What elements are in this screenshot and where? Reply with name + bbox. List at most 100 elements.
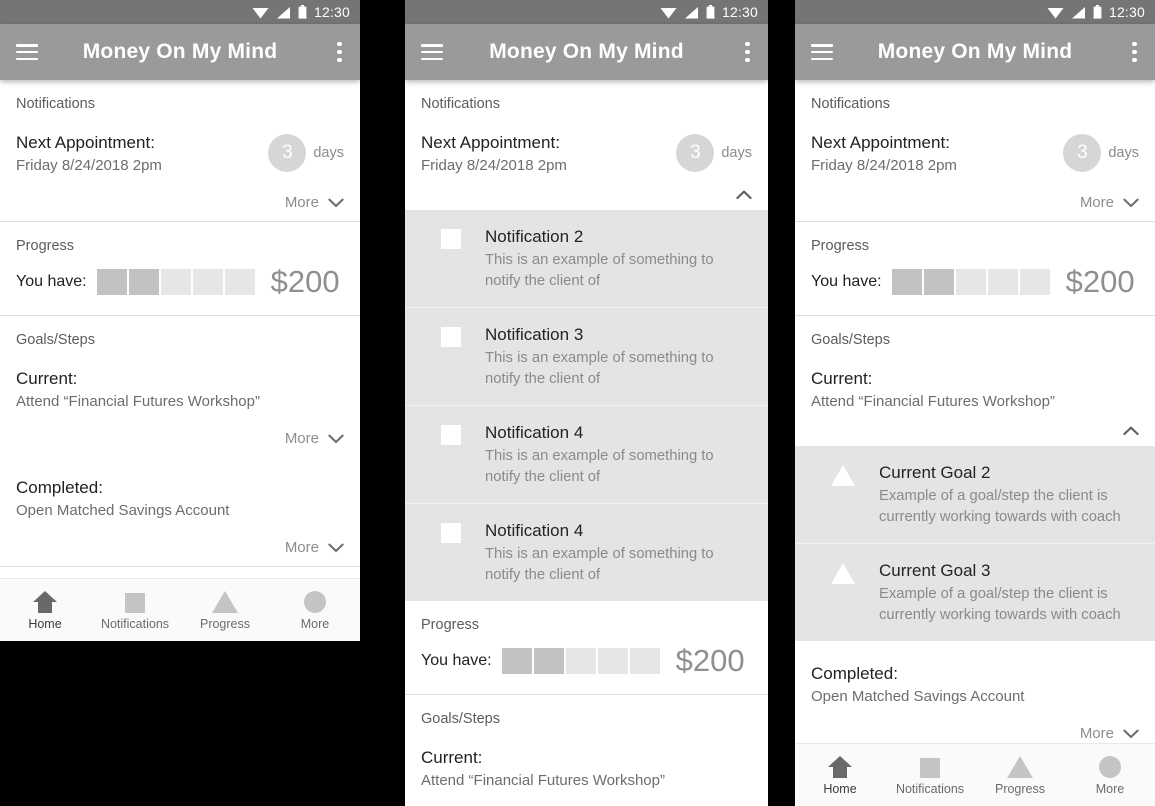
progress-heading: Progress xyxy=(811,238,870,254)
status-bar: 12:30 xyxy=(795,0,1155,24)
list-item[interactable]: Notification 4 This is an example of som… xyxy=(405,406,768,505)
days-until-appointment: 3 days xyxy=(676,134,752,172)
square-icon xyxy=(920,754,940,778)
nav-item-more[interactable]: More xyxy=(270,589,360,631)
goal-title: Current Goal 3 xyxy=(879,561,991,581)
notifications-more-button[interactable]: More xyxy=(16,176,344,221)
progress-section: Progress You have: $200 xyxy=(795,222,1155,316)
current-goal-row: Current: Attend “Financial Futures Works… xyxy=(421,727,752,791)
chevron-down-icon xyxy=(1123,729,1139,738)
app-title: Money On My Mind xyxy=(82,40,278,63)
home-icon xyxy=(828,754,852,778)
checkbox-unchecked-icon[interactable] xyxy=(441,425,461,446)
nav-label-notifications: Notifications xyxy=(100,617,170,631)
current-goals-more-button[interactable]: More xyxy=(16,412,344,457)
notifications-collapse-button[interactable] xyxy=(405,176,768,210)
progress-row: You have: $200 xyxy=(421,633,752,694)
hamburger-menu-icon[interactable] xyxy=(811,44,833,60)
notification-description: This is an example of something to notif… xyxy=(485,546,714,583)
nav-item-home[interactable]: Home xyxy=(0,589,90,631)
home-icon xyxy=(33,589,57,613)
status-bar-clock: 12:30 xyxy=(1108,4,1145,20)
triangle-icon xyxy=(831,563,855,585)
list-item[interactable]: Current Goal 2 Example of a goal/step th… xyxy=(795,446,1155,545)
battery-icon xyxy=(298,5,307,19)
list-item[interactable]: Notification 3 This is an example of som… xyxy=(405,308,768,407)
nav-item-progress[interactable]: Progress xyxy=(975,754,1065,796)
progress-segment xyxy=(192,268,223,295)
completed-goals-more-button[interactable]: More xyxy=(16,521,344,566)
progress-section: Progress You have: $200 xyxy=(0,222,360,316)
progress-amount: $200 xyxy=(1065,264,1135,299)
kebab-menu-icon[interactable] xyxy=(337,41,342,63)
list-item[interactable]: Current Goal 3 Example of a goal/step th… xyxy=(795,544,1155,641)
completed-goal-label: Completed: xyxy=(16,478,103,497)
phone-screen-home-default: 12:30 Money On My Mind Notifications Nex… xyxy=(0,0,360,641)
phone-screen-goals-expanded: 12:30 Money On My Mind Notifications Nex… xyxy=(795,0,1155,806)
triangle-icon xyxy=(831,465,855,486)
completed-goal-value: Open Matched Savings Account xyxy=(16,501,230,519)
checkbox-unchecked-icon[interactable] xyxy=(441,523,461,544)
progress-segment xyxy=(565,647,596,674)
next-appointment-row: Next Appointment: Friday 8/24/2018 2pm 3… xyxy=(811,112,1139,176)
nav-label-more: More xyxy=(1095,782,1125,796)
app-bar: Money On My Mind xyxy=(795,24,1155,80)
completed-goal-row: Completed: Open Matched Savings Account xyxy=(16,457,344,521)
checkbox-unchecked-icon[interactable] xyxy=(441,327,461,348)
list-item[interactable]: Notification 4 This is an example of som… xyxy=(405,504,768,601)
completed-goal-row: Completed: Open Matched Savings Account xyxy=(811,641,1139,707)
current-goal-label: Current: xyxy=(811,369,873,388)
progress-segment xyxy=(629,647,660,674)
notifications-more-button[interactable]: More xyxy=(811,176,1139,221)
nav-label-more: More xyxy=(300,617,330,631)
checkbox-unchecked-icon[interactable] xyxy=(441,229,461,249)
current-goals-collapse-button[interactable] xyxy=(795,412,1155,446)
goal-description: Example of a goal/step the client is cur… xyxy=(879,586,1121,623)
progress-row: You have: $200 xyxy=(811,254,1139,315)
list-item[interactable]: Notification 2 This is an example of som… xyxy=(405,210,768,309)
current-goal-row: Current: Attend “Financial Futures Works… xyxy=(811,348,1139,412)
next-appointment-label: Next Appointment: xyxy=(421,133,560,152)
current-goals-more-label: More xyxy=(284,430,319,447)
progress-segment xyxy=(128,268,159,295)
nav-item-more[interactable]: More xyxy=(1065,754,1155,796)
nav-item-home[interactable]: Home xyxy=(795,754,885,796)
notification-description: This is an example of something to notif… xyxy=(485,448,714,485)
nav-item-progress[interactable]: Progress xyxy=(180,589,270,631)
days-until-appointment: 3 days xyxy=(1063,134,1139,172)
kebab-menu-icon[interactable] xyxy=(745,41,750,63)
status-bar-clock: 12:30 xyxy=(313,4,350,20)
bottom-navigation: Home Notifications Progress More xyxy=(795,743,1155,806)
notification-title: Notification 3 xyxy=(485,325,584,345)
goal-description: Example of a goal/step the client is cur… xyxy=(879,488,1121,525)
progress-segment xyxy=(891,268,922,295)
notifications-more-label: More xyxy=(284,194,319,211)
notification-title: Notification 4 xyxy=(485,521,584,541)
current-goal-value: Attend “Financial Futures Workshop” xyxy=(16,392,260,410)
signal-icon xyxy=(684,6,698,18)
nav-item-notifications[interactable]: Notifications xyxy=(885,754,975,796)
chevron-down-icon xyxy=(1123,198,1139,207)
circle-icon xyxy=(304,589,326,613)
current-goal-row: Current: Attend “Financial Futures Works… xyxy=(16,348,344,412)
current-goal-label: Current: xyxy=(421,748,483,768)
kebab-menu-icon[interactable] xyxy=(1132,41,1137,63)
progress-section: Progress You have: $200 xyxy=(405,601,768,696)
hamburger-menu-icon[interactable] xyxy=(16,44,38,60)
current-goals-more-button[interactable]: More xyxy=(421,791,752,806)
current-goal-value: Attend “Financial Futures Workshop” xyxy=(421,772,665,789)
progress-segment xyxy=(1019,268,1050,295)
progress-label: You have: xyxy=(421,651,492,669)
current-goal-label: Current: xyxy=(16,369,78,388)
completed-goals-section: Completed: Open Matched Savings Account … xyxy=(795,641,1155,759)
hamburger-menu-icon[interactable] xyxy=(421,44,443,60)
status-bar: 12:30 xyxy=(0,0,360,24)
notifications-section: Notifications Next Appointment: Friday 8… xyxy=(795,80,1155,222)
goal-title: Current Goal 2 xyxy=(879,463,991,482)
progress-segment-bar xyxy=(96,268,255,295)
nav-item-notifications[interactable]: Notifications xyxy=(90,589,180,631)
next-appointment-value: Friday 8/24/2018 2pm xyxy=(811,156,957,174)
progress-segment xyxy=(533,647,564,674)
goals-section: Goals/Steps Current: Attend “Financial F… xyxy=(405,695,768,806)
bottom-navigation: Home Notifications Progress More xyxy=(0,578,360,641)
